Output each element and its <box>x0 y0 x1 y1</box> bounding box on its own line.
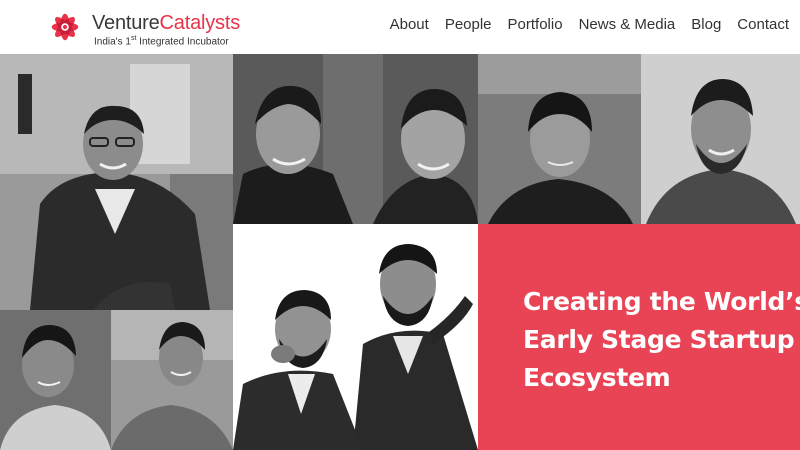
hero-headline-line3: Ecosystem <box>523 363 671 392</box>
team-photo-two-men-posing <box>233 224 478 450</box>
nav-blog[interactable]: Blog <box>691 16 721 33</box>
nav-contact[interactable]: Contact <box>737 16 789 33</box>
team-photo-founder-suit <box>0 54 233 310</box>
brand-logo[interactable]: VentureCatalysts India's 1st Integrated … <box>46 8 246 48</box>
site-header: VentureCatalysts India's 1st Integrated … <box>0 0 800 54</box>
main-nav: About People Portfolio News & Media Blog… <box>390 16 789 33</box>
team-photo-young-man <box>478 54 641 224</box>
hero-banner: Creating the World’s L Early Stage Start… <box>478 224 800 450</box>
team-photo-young-man-2 <box>0 310 111 450</box>
nav-people[interactable]: People <box>445 16 492 33</box>
nav-news-media[interactable]: News & Media <box>579 16 676 33</box>
tagline-prefix: India's 1 <box>94 36 131 48</box>
brand-name-part1: Venture <box>92 12 160 34</box>
nav-portfolio[interactable]: Portfolio <box>508 16 563 33</box>
nav-about[interactable]: About <box>390 16 429 33</box>
hero-headline-line1: Creating the World’s L <box>523 287 800 316</box>
lotus-flower-icon <box>51 13 79 41</box>
tagline-suffix: Integrated Incubator <box>136 36 229 48</box>
brand-tagline: India's 1st Integrated Incubator <box>94 35 229 47</box>
brand-name-part2: Catalysts <box>159 12 241 34</box>
team-photo-two-founders <box>233 54 478 224</box>
team-photo-man-in-shirt <box>111 310 233 450</box>
brand-name: VentureCatalysts <box>92 12 240 34</box>
team-photo-bearded-man <box>641 54 800 224</box>
hero-headline-line2: Early Stage Startup <box>523 325 795 354</box>
